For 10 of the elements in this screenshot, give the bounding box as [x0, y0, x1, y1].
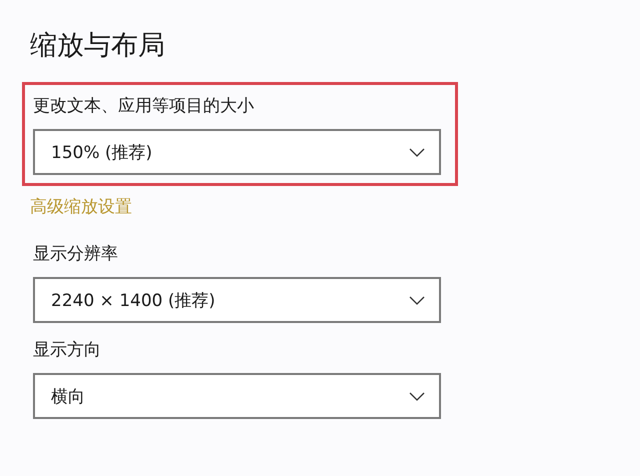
dropdown[interactable]: 150% (推荐)	[33, 129, 441, 175]
chevron-down-icon	[409, 392, 425, 400]
chevron-down-icon	[409, 148, 425, 156]
dropdown[interactable]: 横向	[33, 373, 441, 419]
dropdown[interactable]: 2240 × 1400 (推荐)	[33, 277, 441, 323]
chevron-down-icon	[409, 296, 425, 304]
setting-label: 更改文本、应用等项目的大小	[33, 95, 255, 118]
setting-label: 显示分辨率	[33, 243, 119, 266]
section-heading: 缩放与布局	[30, 29, 166, 63]
setting-label: 显示方向	[33, 339, 102, 362]
